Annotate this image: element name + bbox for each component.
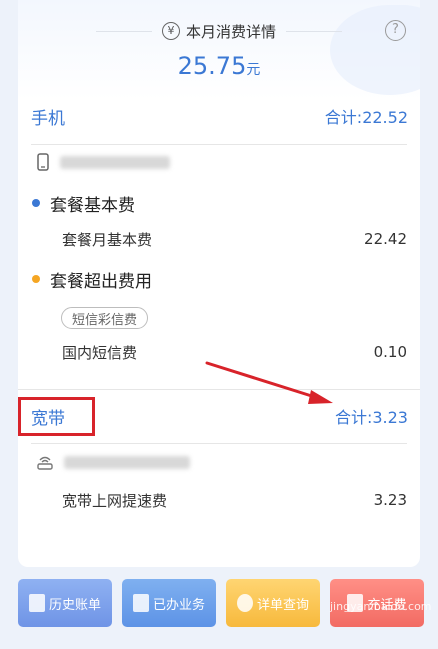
help-icon[interactable]: ?	[385, 20, 406, 41]
detail-query-label: 详单查询	[256, 597, 309, 613]
section-divider	[18, 389, 420, 390]
fee-item-label: 套餐月基本费	[62, 230, 153, 249]
detail-query-button[interactable]: 详单查询	[226, 579, 320, 627]
blue-dot-icon	[32, 199, 40, 207]
divider	[31, 144, 407, 145]
mobile-section-sum: 合计:22.52	[324, 108, 408, 127]
checklist-icon	[132, 594, 149, 612]
fee-item-label: 宽带上网提速费	[62, 491, 168, 510]
fee-item-value: 3.23	[373, 491, 407, 509]
phone-icon	[37, 153, 49, 171]
broadband-account-row	[36, 451, 190, 473]
search-icon	[236, 594, 253, 612]
fee-item-value: 22.42	[364, 230, 407, 248]
fee-item-row: 套餐月基本费 22.42	[62, 228, 407, 250]
page-title: 本月消费详情	[185, 22, 276, 41]
masked-phone-number	[60, 155, 170, 169]
broadband-section-sum: 合计:3.23	[334, 408, 408, 427]
watermark: jingyan.baidu.com	[330, 600, 432, 613]
divider	[31, 443, 407, 444]
total-amount: 25.75	[177, 52, 247, 80]
annotation-highlight-box	[18, 397, 95, 436]
yen-icon: ¥	[161, 22, 180, 40]
mobile-section-header[interactable]: 手机 合计:22.52	[18, 101, 420, 131]
bill-detail-card: ¥ 本月消费详情 ? 25.75元 手机 合计:22.52 套餐基本费 套餐月基…	[18, 0, 420, 567]
fee-item-label: 国内短信费	[62, 343, 138, 362]
document-icon	[28, 594, 45, 612]
mobile-section-title: 手机	[31, 108, 65, 129]
masked-broadband-account	[64, 455, 190, 469]
history-bill-label: 历史账单	[48, 597, 101, 613]
fee-item-row: 宽带上网提速费 3.23	[62, 489, 407, 511]
fee-item-value: 0.10	[373, 343, 407, 361]
monthly-total: 25.75元	[18, 52, 420, 80]
card-header: ¥ 本月消费详情	[18, 18, 420, 44]
sms-fee-tag: 短信彩信费	[61, 307, 149, 329]
category-overage-fee: 套餐超出费用	[32, 267, 152, 292]
history-bill-button[interactable]: 历史账单	[18, 579, 112, 627]
total-unit: 元	[246, 62, 261, 78]
completed-business-label: 已办业务	[152, 597, 205, 613]
fee-item-row: 国内短信费 0.10	[62, 341, 407, 363]
completed-business-button[interactable]: 已办业务	[122, 579, 216, 627]
category-title: 套餐超出费用	[50, 271, 152, 292]
category-title: 套餐基本费	[50, 195, 135, 216]
router-icon	[37, 456, 53, 470]
category-basic-fee: 套餐基本费	[32, 191, 135, 216]
orange-dot-icon	[32, 275, 40, 283]
mobile-account-row	[36, 151, 170, 173]
